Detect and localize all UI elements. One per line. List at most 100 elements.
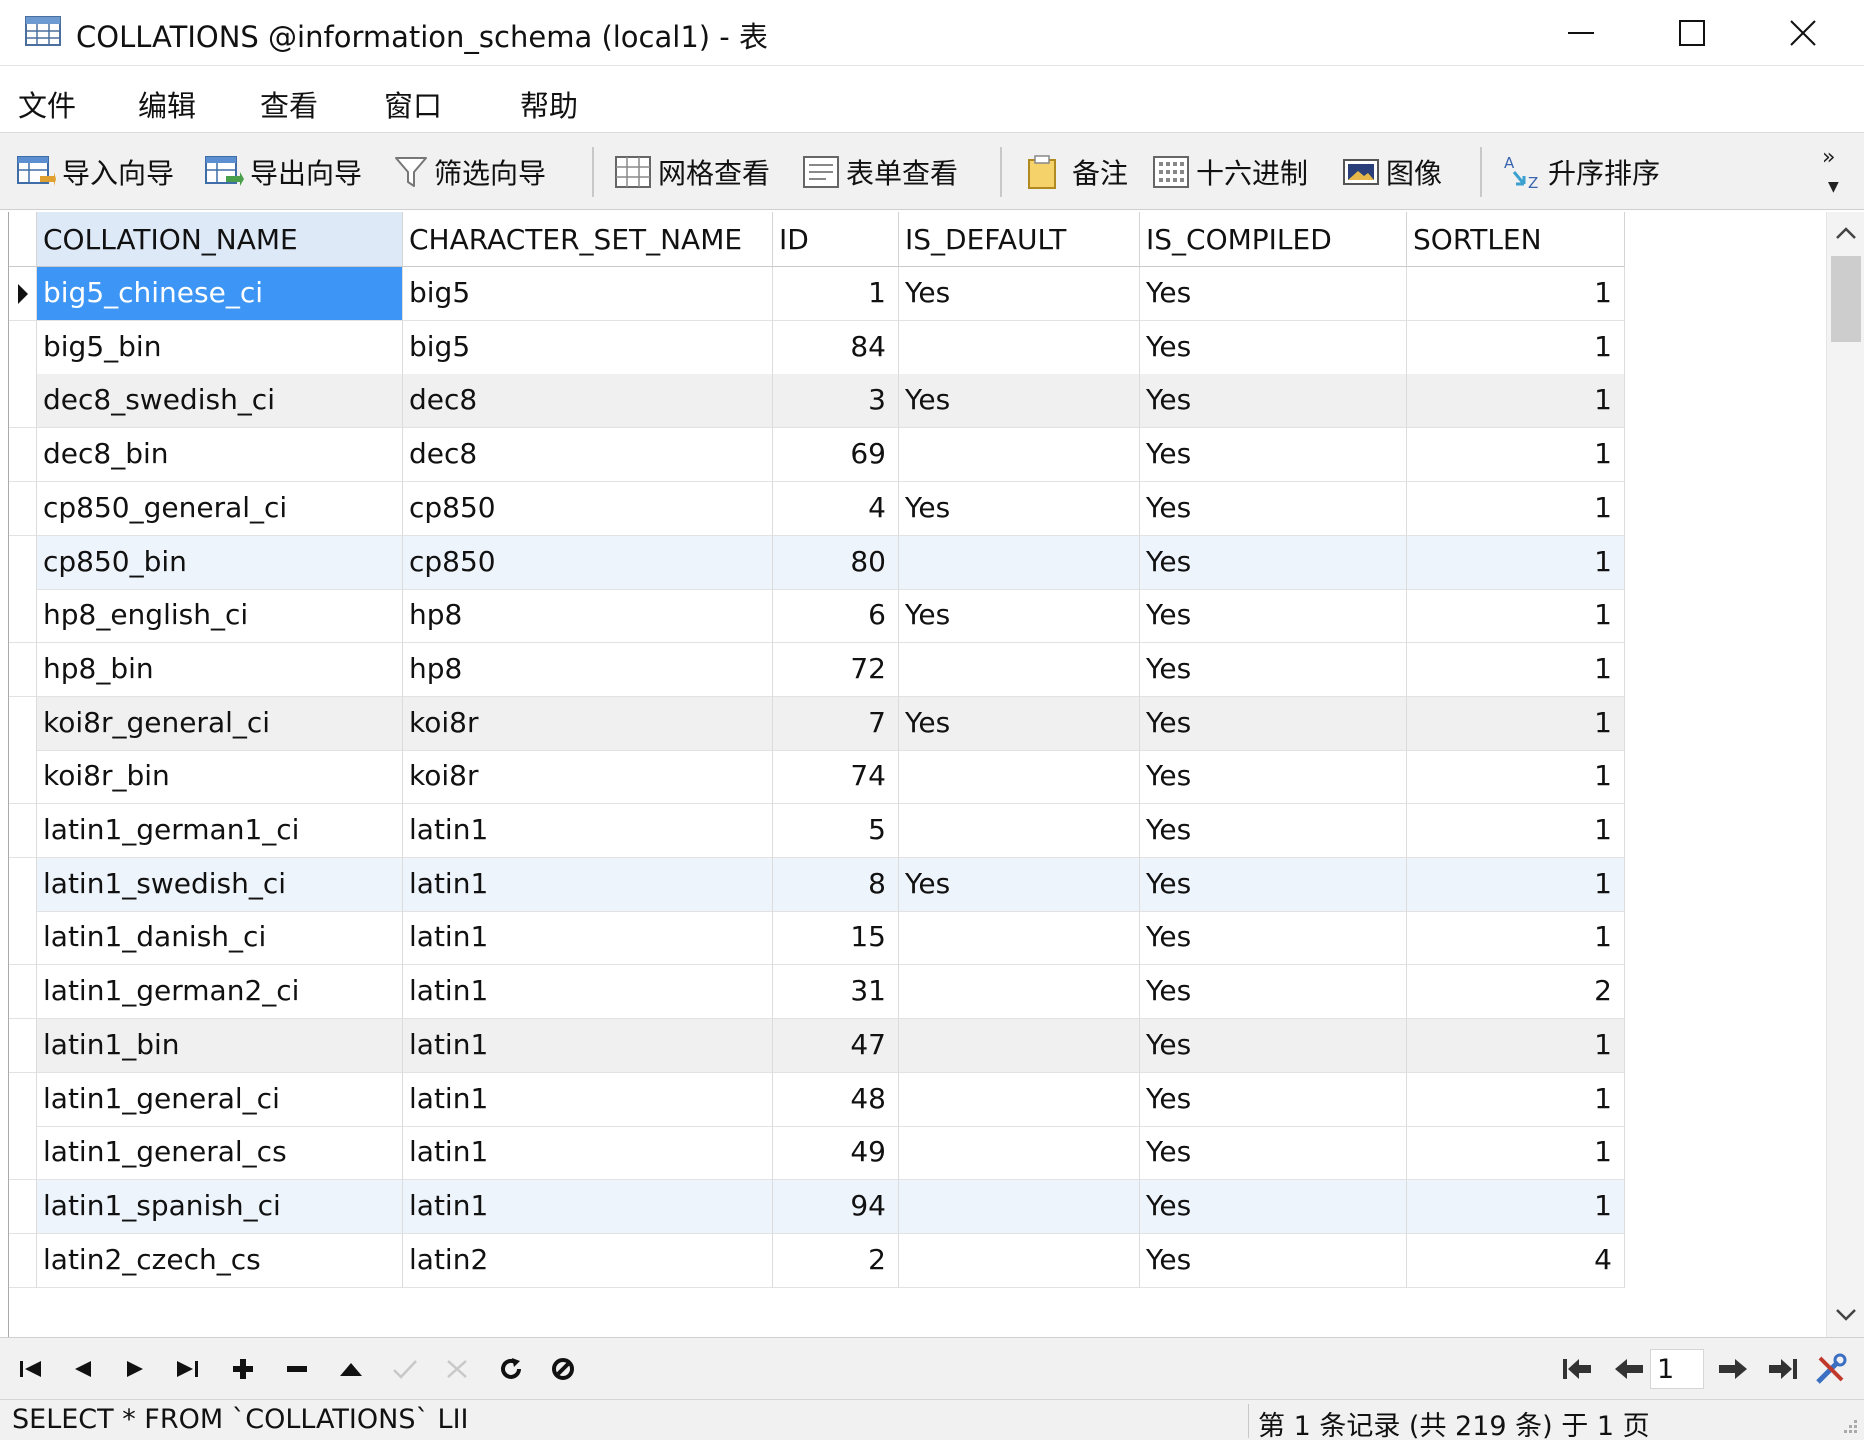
table-row[interactable]: cp850_bin cp850 80 Yes 1 (9, 535, 1625, 590)
cell-sortlen[interactable]: 1 (1407, 535, 1625, 590)
cell-character-set-name[interactable]: latin1 (403, 965, 773, 1020)
cell-character-set-name[interactable]: latin1 (403, 1126, 773, 1181)
cell-sortlen[interactable]: 4 (1407, 1233, 1625, 1288)
table-row[interactable]: latin1_danish_ci latin1 15 Yes 1 (9, 911, 1625, 966)
cell-is-compiled[interactable]: Yes (1140, 1179, 1407, 1234)
cell-is-default[interactable] (899, 535, 1140, 590)
settings-button[interactable] (1814, 1353, 1848, 1384)
cell-collation-name[interactable]: latin1_bin (37, 1018, 403, 1073)
cell-sortlen[interactable]: 1 (1407, 804, 1625, 858)
cell-character-set-name[interactable]: big5 (403, 320, 773, 375)
cell-collation-name[interactable]: latin1_swedish_ci (37, 857, 403, 912)
cell-id[interactable]: 47 (773, 1018, 899, 1073)
hex-button[interactable]: 十六进制 (1152, 151, 1308, 193)
cell-is-default[interactable]: Yes (899, 696, 1140, 751)
cell-id[interactable]: 15 (773, 911, 899, 966)
cell-collation-name[interactable]: latin1_general_cs (37, 1126, 403, 1181)
cell-collation-name[interactable]: latin1_general_ci (37, 1072, 403, 1127)
cell-is-compiled[interactable]: Yes (1140, 535, 1407, 590)
cell-character-set-name[interactable]: big5 (403, 267, 773, 321)
cell-sortlen[interactable]: 1 (1407, 428, 1625, 483)
table-row[interactable]: dec8_swedish_ci dec8 3 Yes Yes 1 (9, 374, 1625, 429)
table-row[interactable]: latin1_bin latin1 47 Yes 1 (9, 1018, 1625, 1073)
cell-is-default[interactable]: Yes (899, 374, 1140, 429)
cell-is-default[interactable] (899, 1018, 1140, 1073)
cell-is-compiled[interactable]: Yes (1140, 857, 1407, 912)
cell-sortlen[interactable]: 1 (1407, 1179, 1625, 1234)
cell-is-compiled[interactable]: Yes (1140, 374, 1407, 429)
edit-record-button[interactable] (334, 1354, 368, 1384)
table-row[interactable]: latin1_spanish_ci latin1 94 Yes 1 (9, 1179, 1625, 1234)
cell-id[interactable]: 31 (773, 965, 899, 1020)
grid-view-button[interactable]: 网格查看 (614, 151, 770, 193)
cell-is-compiled[interactable]: Yes (1140, 320, 1407, 375)
form-view-button[interactable]: 表单查看 (802, 151, 958, 193)
cell-sortlen[interactable]: 1 (1407, 374, 1625, 429)
cell-id[interactable]: 80 (773, 535, 899, 590)
row-indicator[interactable] (9, 642, 37, 697)
row-indicator[interactable] (9, 267, 37, 321)
table-row[interactable]: hp8_bin hp8 72 Yes 1 (9, 642, 1625, 697)
cell-is-default[interactable] (899, 320, 1140, 375)
scroll-thumb[interactable] (1831, 256, 1861, 342)
cell-is-default[interactable] (899, 1233, 1140, 1288)
menu-edit[interactable]: 编辑 (138, 83, 196, 125)
cell-is-compiled[interactable]: Yes (1140, 589, 1407, 644)
table-row[interactable]: big5_chinese_ci big5 1 Yes Yes 1 (9, 267, 1625, 321)
cell-character-set-name[interactable]: latin1 (403, 1179, 773, 1234)
filter-wizard-button[interactable]: 筛选向导 (394, 151, 546, 193)
table-row[interactable]: big5_bin big5 84 Yes 1 (9, 320, 1625, 375)
cell-id[interactable]: 3 (773, 374, 899, 429)
cell-is-compiled[interactable]: Yes (1140, 481, 1407, 536)
cell-collation-name[interactable]: latin2_czech_cs (37, 1233, 403, 1288)
cell-id[interactable]: 84 (773, 320, 899, 375)
vertical-scrollbar[interactable] (1826, 212, 1864, 1337)
row-indicator[interactable] (9, 1072, 37, 1127)
first-record-button[interactable] (14, 1354, 48, 1384)
cell-sortlen[interactable]: 1 (1407, 1126, 1625, 1181)
cell-is-default[interactable] (899, 804, 1140, 858)
cell-character-set-name[interactable]: latin1 (403, 911, 773, 966)
cell-id[interactable]: 94 (773, 1179, 899, 1234)
maximize-button[interactable] (1637, 0, 1747, 66)
column-header-is-compiled[interactable]: IS_COMPILED (1140, 212, 1407, 267)
cell-is-compiled[interactable]: Yes (1140, 428, 1407, 483)
cell-character-set-name[interactable]: hp8 (403, 642, 773, 697)
cell-character-set-name[interactable]: koi8r (403, 696, 773, 751)
cell-is-default[interactable] (899, 428, 1140, 483)
cell-is-compiled[interactable]: Yes (1140, 1072, 1407, 1127)
table-row[interactable]: koi8r_general_ci koi8r 7 Yes Yes 1 (9, 696, 1625, 751)
cell-collation-name[interactable]: cp850_general_ci (37, 481, 403, 536)
cell-is-compiled[interactable]: Yes (1140, 642, 1407, 697)
row-indicator[interactable] (9, 857, 37, 912)
cell-id[interactable]: 5 (773, 804, 899, 858)
row-indicator[interactable] (9, 374, 37, 429)
memo-button[interactable]: 备注 (1024, 151, 1128, 193)
cell-id[interactable]: 74 (773, 750, 899, 805)
cell-collation-name[interactable]: dec8_bin (37, 428, 403, 483)
cell-sortlen[interactable]: 1 (1407, 1018, 1625, 1073)
cell-is-compiled[interactable]: Yes (1140, 911, 1407, 966)
cell-character-set-name[interactable]: latin1 (403, 1072, 773, 1127)
row-indicator[interactable] (9, 804, 37, 858)
column-header-collation-name[interactable]: COLLATION_NAME (37, 212, 403, 267)
table-row[interactable]: dec8_bin dec8 69 Yes 1 (9, 428, 1625, 483)
cell-character-set-name[interactable]: latin1 (403, 804, 773, 858)
cell-sortlen[interactable]: 1 (1407, 750, 1625, 805)
cell-collation-name[interactable]: koi8r_general_ci (37, 696, 403, 751)
cell-collation-name[interactable]: hp8_bin (37, 642, 403, 697)
cell-is-default[interactable] (899, 1126, 1140, 1181)
table-row[interactable]: cp850_general_ci cp850 4 Yes Yes 1 (9, 481, 1625, 536)
row-indicator[interactable] (9, 1018, 37, 1073)
cell-is-compiled[interactable]: Yes (1140, 750, 1407, 805)
row-indicator[interactable] (9, 481, 37, 536)
image-button[interactable]: 图像 (1342, 151, 1442, 193)
cell-collation-name[interactable]: latin1_spanish_ci (37, 1179, 403, 1234)
cell-is-default[interactable] (899, 965, 1140, 1020)
cell-sortlen[interactable]: 1 (1407, 1072, 1625, 1127)
cell-collation-name[interactable]: latin1_danish_ci (37, 911, 403, 966)
previous-record-button[interactable] (66, 1354, 100, 1384)
row-indicator[interactable] (9, 696, 37, 751)
row-indicator[interactable] (9, 911, 37, 966)
cell-sortlen[interactable]: 1 (1407, 320, 1625, 375)
